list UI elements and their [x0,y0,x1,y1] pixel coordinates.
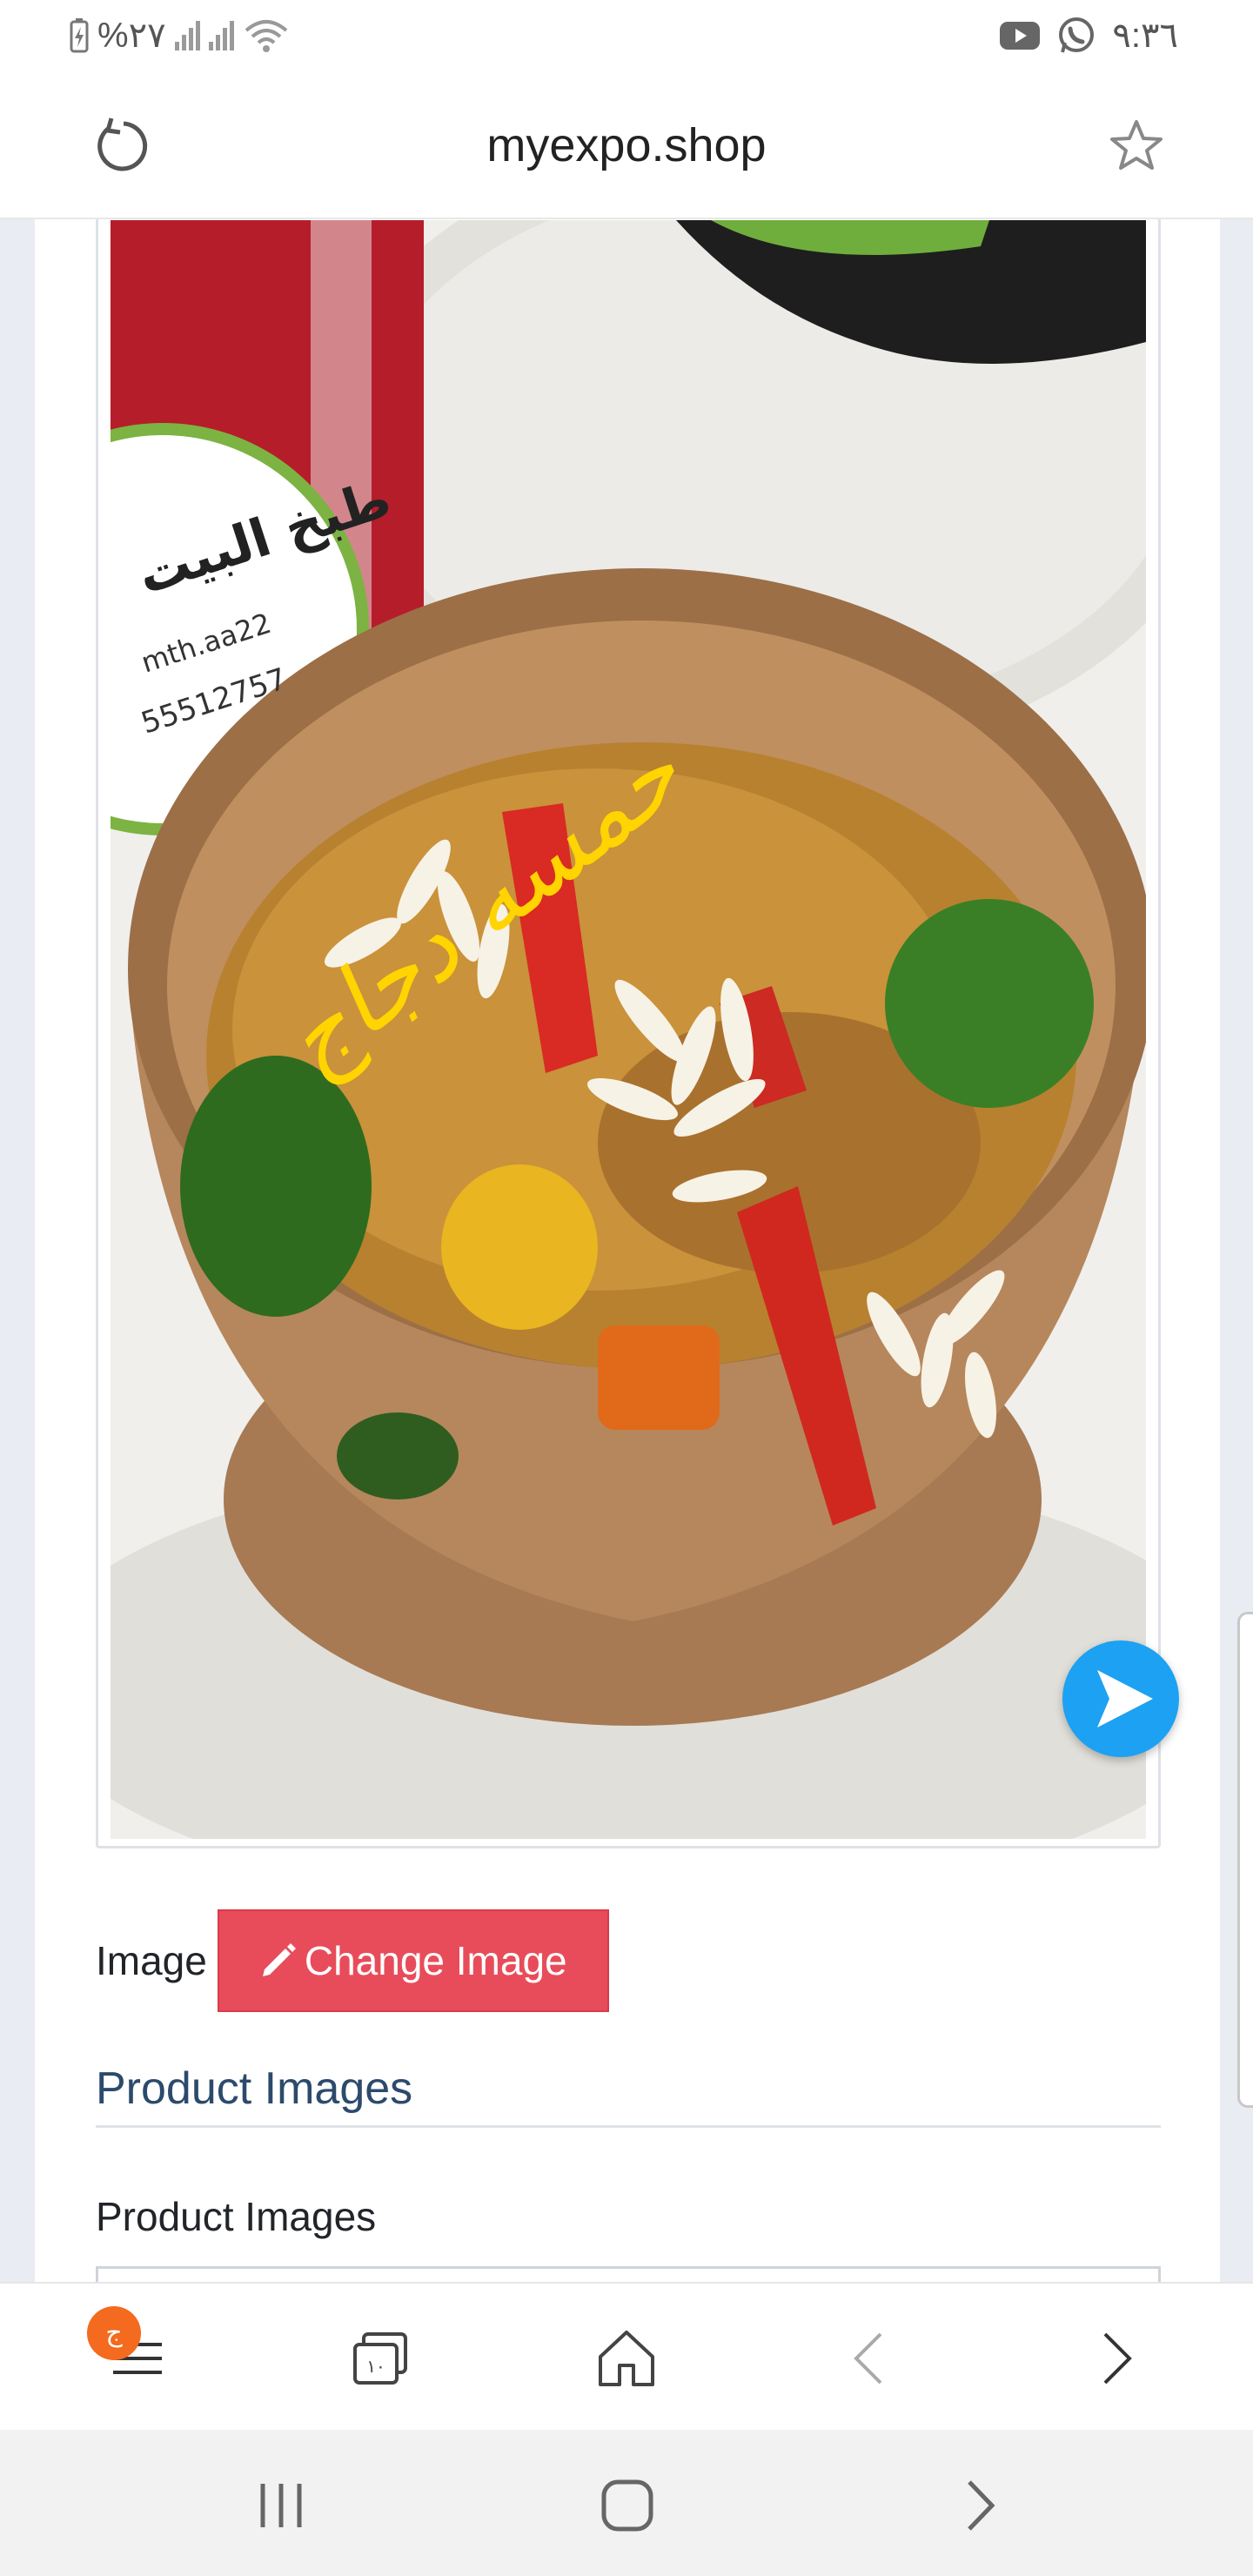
scroll-handle[interactable] [1237,1612,1253,2108]
product-form-card: حمسه دجاج طبخ البيت mth.aa22 55512757 Im… [35,219,1220,2282]
product-photo: حمسه دجاج طبخ البيت mth.aa22 55512757 [111,220,1146,1839]
food-bowl-illustration: حمسه دجاج طبخ البيت mth.aa22 55512757 [111,220,1146,1839]
product-images-label: Product Images [96,2194,377,2239]
home-nav-icon[interactable] [599,2477,656,2534]
image-row: Image Change Image [96,1909,609,2012]
recent-apps-icon[interactable] [252,2477,310,2534]
nav-forward-icon[interactable] [952,2477,1009,2534]
battery-percent: %٢٧ [97,17,166,55]
section-divider [96,2125,1161,2128]
home-icon[interactable] [593,2325,660,2392]
signal-icon [174,21,200,50]
image-label: Image [96,1938,207,1983]
tabs-icon: ١٠ [353,2332,407,2385]
signal-icon [208,21,234,50]
tabs-count: ١٠ [366,2356,385,2377]
status-bar: %٢٧ ٩:٣٦ [0,0,1253,73]
page-content: حمسه دجاج طبخ البيت mth.aa22 55512757 Im… [0,219,1253,2282]
wifi-icon [245,20,287,52]
battery-icon [70,18,89,53]
youtube-icon [1000,22,1041,50]
url-bar: myexpo.shop [0,73,1253,219]
bookmark-star-icon[interactable] [1107,117,1166,176]
browser-toolbar: ج ١٠ [0,2282,1253,2430]
status-left: %٢٧ [70,16,290,56]
change-image-button[interactable]: Change Image [217,1909,609,2012]
whatsapp-icon [1059,17,1095,53]
product-images-field[interactable] [96,2266,1161,2282]
forward-icon[interactable] [1082,2325,1149,2392]
tabs-button[interactable]: ١٠ [348,2325,414,2392]
notification-badge: ج [87,2306,141,2360]
product-image-frame: حمسه دجاج طبخ البيت mth.aa22 55512757 [96,219,1179,1848]
section-title: Product Images [96,2063,413,2114]
system-nav-bar [0,2430,1253,2576]
status-time: ٩:٣٦ [1112,17,1178,55]
play-arrow-icon [1097,1670,1153,1727]
back-icon[interactable] [837,2325,903,2392]
status-right: ٩:٣٦ [999,16,1178,56]
url-text[interactable]: myexpo.shop [0,118,1253,172]
pencil-icon [262,1943,296,1976]
play-button[interactable] [1062,1640,1179,1757]
change-image-label: Change Image [304,1938,567,1983]
